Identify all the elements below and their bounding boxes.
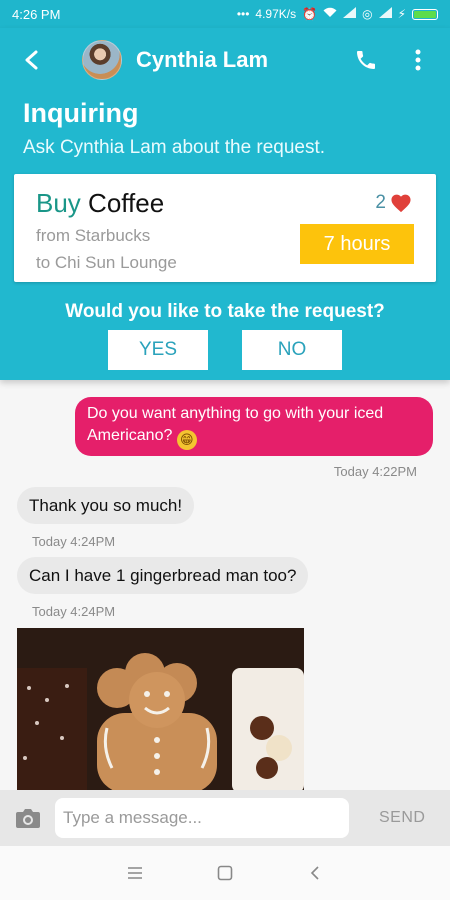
- message-list[interactable]: Do you want anything to go with your ice…: [0, 380, 450, 790]
- time-left-badge: 7 hours: [300, 224, 414, 264]
- camera-button[interactable]: [14, 804, 42, 832]
- request-verb: Buy: [36, 188, 81, 218]
- charging-icon: ⚡: [397, 7, 406, 21]
- menu-icon: [128, 867, 142, 879]
- message-timestamp: Today 4:24PM: [32, 604, 116, 619]
- gingerbread-photo-image: [17, 628, 304, 790]
- chevron-left-icon: [310, 866, 319, 880]
- message-input[interactable]: [55, 798, 349, 838]
- network-speed: 4.97K/s: [255, 7, 297, 21]
- request-to: to Chi Sun Lounge: [36, 253, 177, 272]
- signal-icon-2: [378, 7, 392, 21]
- signal-icon: [343, 7, 357, 21]
- home-square-icon: [217, 865, 233, 881]
- home-button[interactable]: [210, 858, 240, 888]
- likes[interactable]: 2: [375, 192, 412, 214]
- request-from: from Starbucks: [36, 226, 151, 245]
- phone-icon: [357, 51, 375, 69]
- request-item: Coffee: [88, 188, 165, 218]
- app-bar: Cynthia Lam: [0, 28, 450, 92]
- hotspot-icon: ◎: [362, 7, 373, 21]
- more-options-button[interactable]: [402, 44, 434, 76]
- back-button[interactable]: [16, 44, 48, 76]
- menu-button[interactable]: [120, 858, 150, 888]
- likes-count: 2: [375, 192, 386, 213]
- message-text: Do you want anything to go with your ice…: [87, 405, 384, 444]
- system-back-button[interactable]: [300, 858, 330, 888]
- avatar[interactable]: [82, 40, 122, 80]
- message-timestamp: Today 4:24PM: [32, 534, 116, 549]
- wifi-icon: [323, 7, 337, 21]
- call-button[interactable]: [350, 44, 382, 76]
- battery-icon: [412, 8, 438, 20]
- incoming-message[interactable]: Thank you so much!: [17, 487, 195, 524]
- alarm-icon: ⏰: [302, 7, 318, 21]
- outgoing-message[interactable]: Do you want anything to go with your ice…: [75, 397, 433, 456]
- request-status-title: Inquiring: [23, 98, 139, 128]
- overflow-dots: •••: [236, 7, 250, 21]
- message-composer: SEND: [0, 790, 450, 846]
- more-vert-icon: [415, 49, 421, 71]
- camera-icon: [16, 809, 40, 828]
- no-button[interactable]: NO: [242, 330, 342, 370]
- incoming-message[interactable]: Can I have 1 gingerbread man too?: [17, 557, 309, 594]
- heart-icon: [391, 194, 411, 213]
- gingerbread-photo[interactable]: [17, 628, 304, 790]
- send-button[interactable]: SEND: [379, 809, 425, 827]
- request-header: Cynthia Lam Inquiring Ask Cynthia Lam ab…: [0, 28, 450, 380]
- message-timestamp: Today 4:22PM: [333, 464, 417, 479]
- grin-emoji-icon: 😁: [176, 430, 197, 450]
- clock: 4:26 PM: [12, 6, 61, 22]
- yes-button[interactable]: YES: [108, 330, 208, 370]
- request-card[interactable]: Buy Coffee from Starbucks to Chi Sun Lou…: [14, 174, 436, 282]
- arrow-back-icon: [25, 50, 38, 70]
- request-title: Buy Coffee: [36, 188, 164, 219]
- status-bar: 4:26 PM ••• 4.97K/s ⏰ ◎ ⚡: [0, 0, 450, 28]
- system-nav-bar: [0, 846, 450, 900]
- request-status-subtitle: Ask Cynthia Lam about the request.: [23, 137, 326, 158]
- contact-name: Cynthia Lam: [136, 47, 269, 72]
- take-request-question: Would you like to take the request?: [65, 301, 385, 322]
